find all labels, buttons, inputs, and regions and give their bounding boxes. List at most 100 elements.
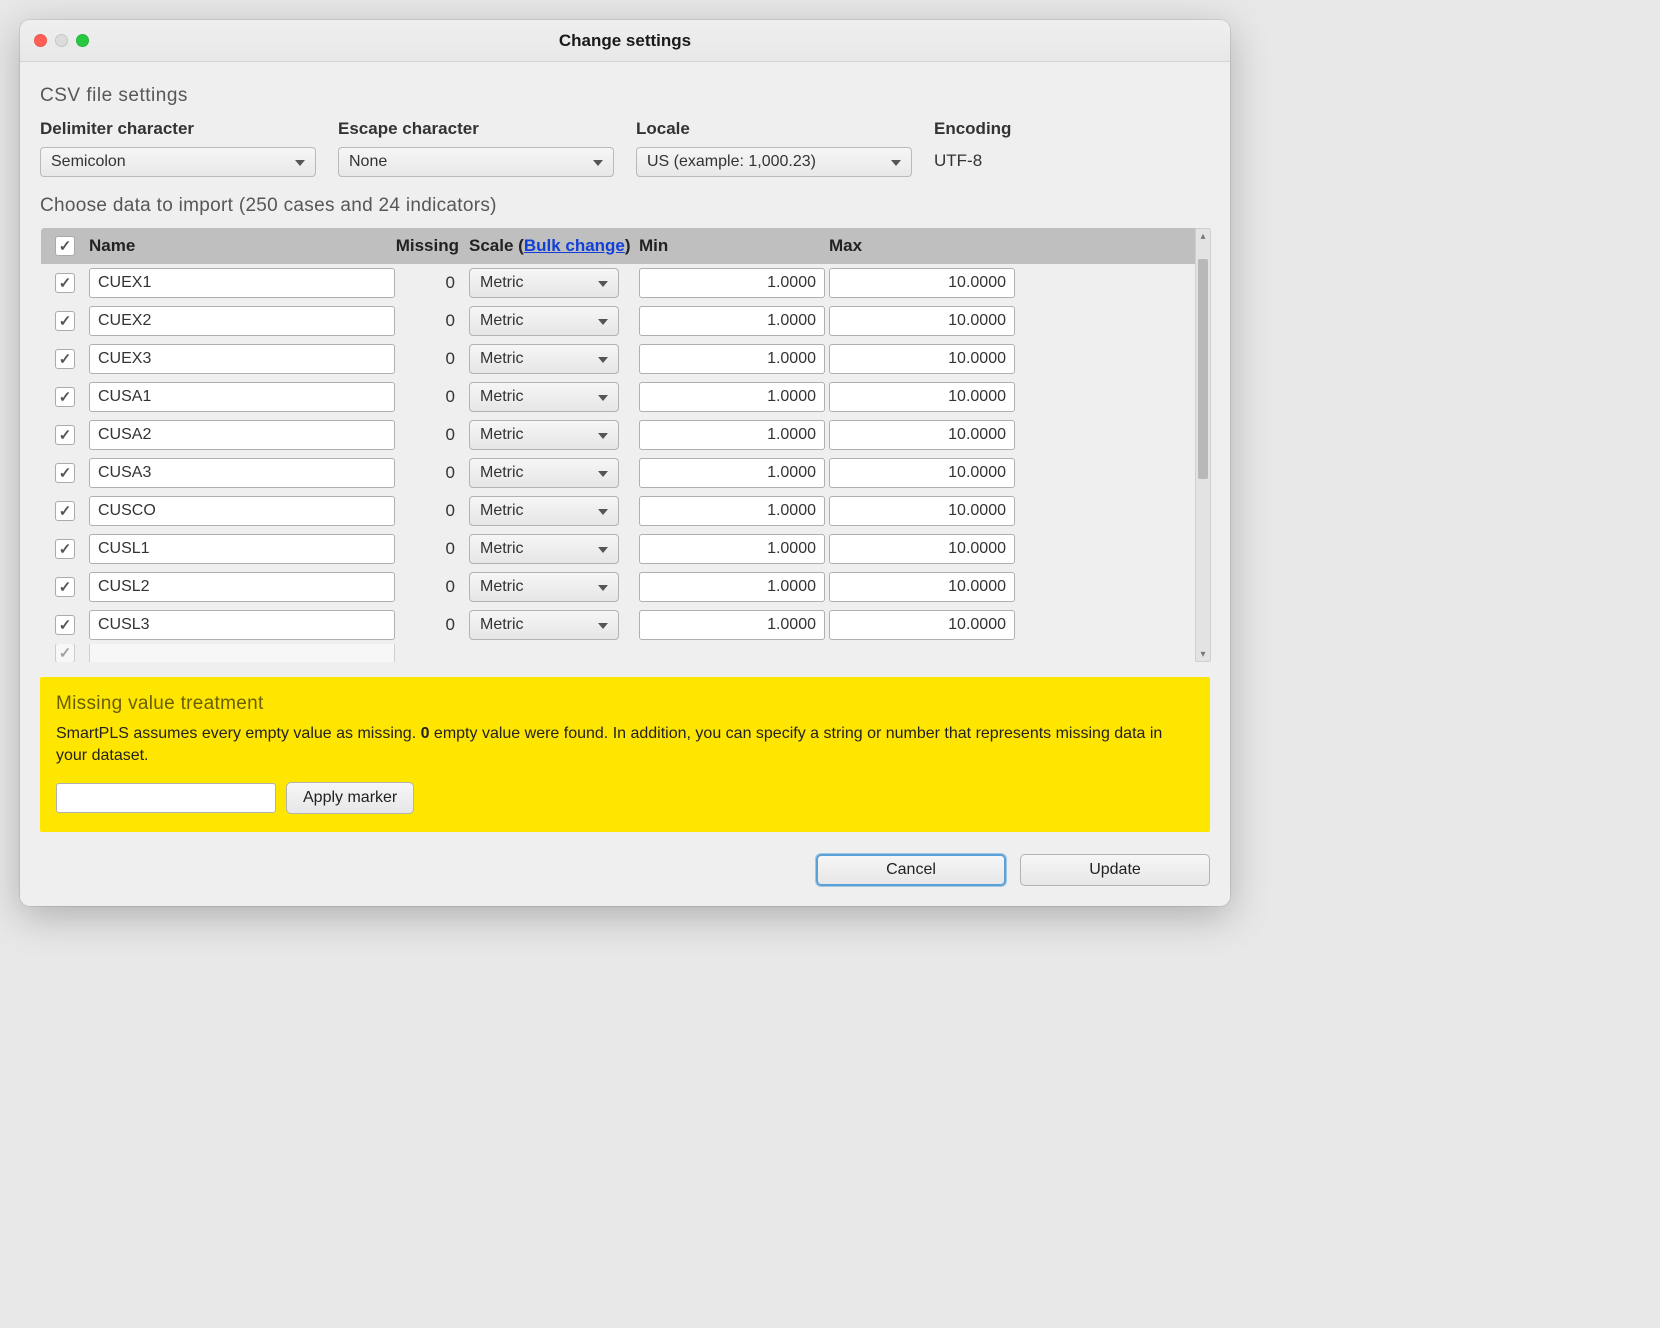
select-all-checkbox[interactable] xyxy=(55,236,75,256)
min-input[interactable] xyxy=(639,306,825,336)
bulk-change-link[interactable]: Bulk change xyxy=(524,236,625,255)
row-checkbox[interactable] xyxy=(55,425,75,445)
escape-value: None xyxy=(349,153,387,171)
delimiter-select[interactable]: Semicolon xyxy=(40,147,316,177)
indicator-table: Name Missing Scale (Bulk change) Min Max… xyxy=(40,227,1210,663)
table-row: 0 Metric xyxy=(41,606,1209,644)
scale-value: Metric xyxy=(480,274,524,292)
scale-value: Metric xyxy=(480,540,524,558)
csv-settings-row: Delimiter character Semicolon Escape cha… xyxy=(40,119,1210,177)
min-input[interactable] xyxy=(639,420,825,450)
missing-value: 0 xyxy=(395,501,455,521)
scale-select[interactable]: Metric xyxy=(469,268,619,298)
name-input[interactable] xyxy=(89,420,395,450)
scale-select[interactable]: Metric xyxy=(469,306,619,336)
close-icon[interactable] xyxy=(34,34,47,47)
header-missing: Missing xyxy=(395,236,465,256)
name-input[interactable] xyxy=(89,306,395,336)
missing-marker-input[interactable] xyxy=(56,783,276,813)
update-button[interactable]: Update xyxy=(1020,854,1210,886)
row-checkbox[interactable] xyxy=(55,615,75,635)
max-input[interactable] xyxy=(829,496,1015,526)
header-name: Name xyxy=(85,236,395,256)
row-checkbox[interactable] xyxy=(55,273,75,293)
row-checkbox[interactable] xyxy=(55,577,75,597)
name-input[interactable] xyxy=(89,644,395,662)
cancel-button[interactable]: Cancel xyxy=(816,854,1006,886)
scroll-thumb[interactable] xyxy=(1198,259,1208,479)
max-input[interactable] xyxy=(829,382,1015,412)
max-input[interactable] xyxy=(829,306,1015,336)
max-input[interactable] xyxy=(829,420,1015,450)
max-input[interactable] xyxy=(829,610,1015,640)
min-input[interactable] xyxy=(639,534,825,564)
escape-label: Escape character xyxy=(338,119,614,139)
missing-text: SmartPLS assumes every empty value as mi… xyxy=(56,723,1194,768)
table-body: 0 Metric 0 Metric 0 Metric 0 Metric 0 Me… xyxy=(41,264,1209,662)
scale-select[interactable]: Metric xyxy=(469,610,619,640)
row-checkbox[interactable] xyxy=(55,463,75,483)
name-input[interactable] xyxy=(89,344,395,374)
scrollbar[interactable]: ▴ ▾ xyxy=(1195,228,1211,662)
scale-select[interactable]: Metric xyxy=(469,420,619,450)
name-input[interactable] xyxy=(89,268,395,298)
scale-value: Metric xyxy=(480,502,524,520)
min-input[interactable] xyxy=(639,458,825,488)
apply-marker-button[interactable]: Apply marker xyxy=(286,782,414,814)
table-row: 0 Metric xyxy=(41,530,1209,568)
missing-value: 0 xyxy=(395,463,455,483)
min-input[interactable] xyxy=(639,496,825,526)
min-input[interactable] xyxy=(639,572,825,602)
table-row: 0 Metric xyxy=(41,454,1209,492)
missing-value: 0 xyxy=(395,311,455,331)
scroll-up-icon[interactable]: ▴ xyxy=(1196,229,1210,243)
name-input[interactable] xyxy=(89,610,395,640)
min-input[interactable] xyxy=(639,268,825,298)
escape-select[interactable]: None xyxy=(338,147,614,177)
zoom-icon[interactable] xyxy=(76,34,89,47)
table-row: 0 Metric xyxy=(41,264,1209,302)
name-input[interactable] xyxy=(89,534,395,564)
table-row: 0 Metric xyxy=(41,378,1209,416)
min-input[interactable] xyxy=(639,610,825,640)
min-input[interactable] xyxy=(639,344,825,374)
row-checkbox[interactable] xyxy=(55,501,75,521)
scale-select[interactable]: Metric xyxy=(469,458,619,488)
scale-value: Metric xyxy=(480,388,524,406)
scroll-down-icon[interactable]: ▾ xyxy=(1196,647,1210,661)
name-input[interactable] xyxy=(89,382,395,412)
row-checkbox[interactable] xyxy=(55,311,75,331)
scale-select[interactable]: Metric xyxy=(469,382,619,412)
min-input[interactable] xyxy=(639,382,825,412)
max-input[interactable] xyxy=(829,534,1015,564)
import-summary: Choose data to import (250 cases and 24 … xyxy=(40,195,1210,217)
missing-value-box: Missing value treatment SmartPLS assumes… xyxy=(40,677,1210,832)
table-row xyxy=(41,644,1209,662)
scale-select[interactable]: Metric xyxy=(469,572,619,602)
locale-select[interactable]: US (example: 1,000.23) xyxy=(636,147,912,177)
name-input[interactable] xyxy=(89,496,395,526)
scale-select[interactable]: Metric xyxy=(469,496,619,526)
max-input[interactable] xyxy=(829,344,1015,374)
table-row: 0 Metric xyxy=(41,568,1209,606)
row-checkbox[interactable] xyxy=(55,644,75,662)
max-input[interactable] xyxy=(829,268,1015,298)
missing-title: Missing value treatment xyxy=(56,693,1194,715)
scale-value: Metric xyxy=(480,464,524,482)
max-input[interactable] xyxy=(829,572,1015,602)
max-input[interactable] xyxy=(829,458,1015,488)
name-input[interactable] xyxy=(89,458,395,488)
scale-value: Metric xyxy=(480,616,524,634)
row-checkbox[interactable] xyxy=(55,539,75,559)
titlebar: Change settings xyxy=(20,20,1230,62)
scale-select[interactable]: Metric xyxy=(469,344,619,374)
minimize-icon xyxy=(55,34,68,47)
row-checkbox[interactable] xyxy=(55,349,75,369)
row-checkbox[interactable] xyxy=(55,387,75,407)
name-input[interactable] xyxy=(89,572,395,602)
header-min: Min xyxy=(635,236,825,256)
scale-value: Metric xyxy=(480,426,524,444)
table-row: 0 Metric xyxy=(41,416,1209,454)
scale-select[interactable]: Metric xyxy=(469,534,619,564)
encoding-value: UTF-8 xyxy=(934,147,1210,171)
